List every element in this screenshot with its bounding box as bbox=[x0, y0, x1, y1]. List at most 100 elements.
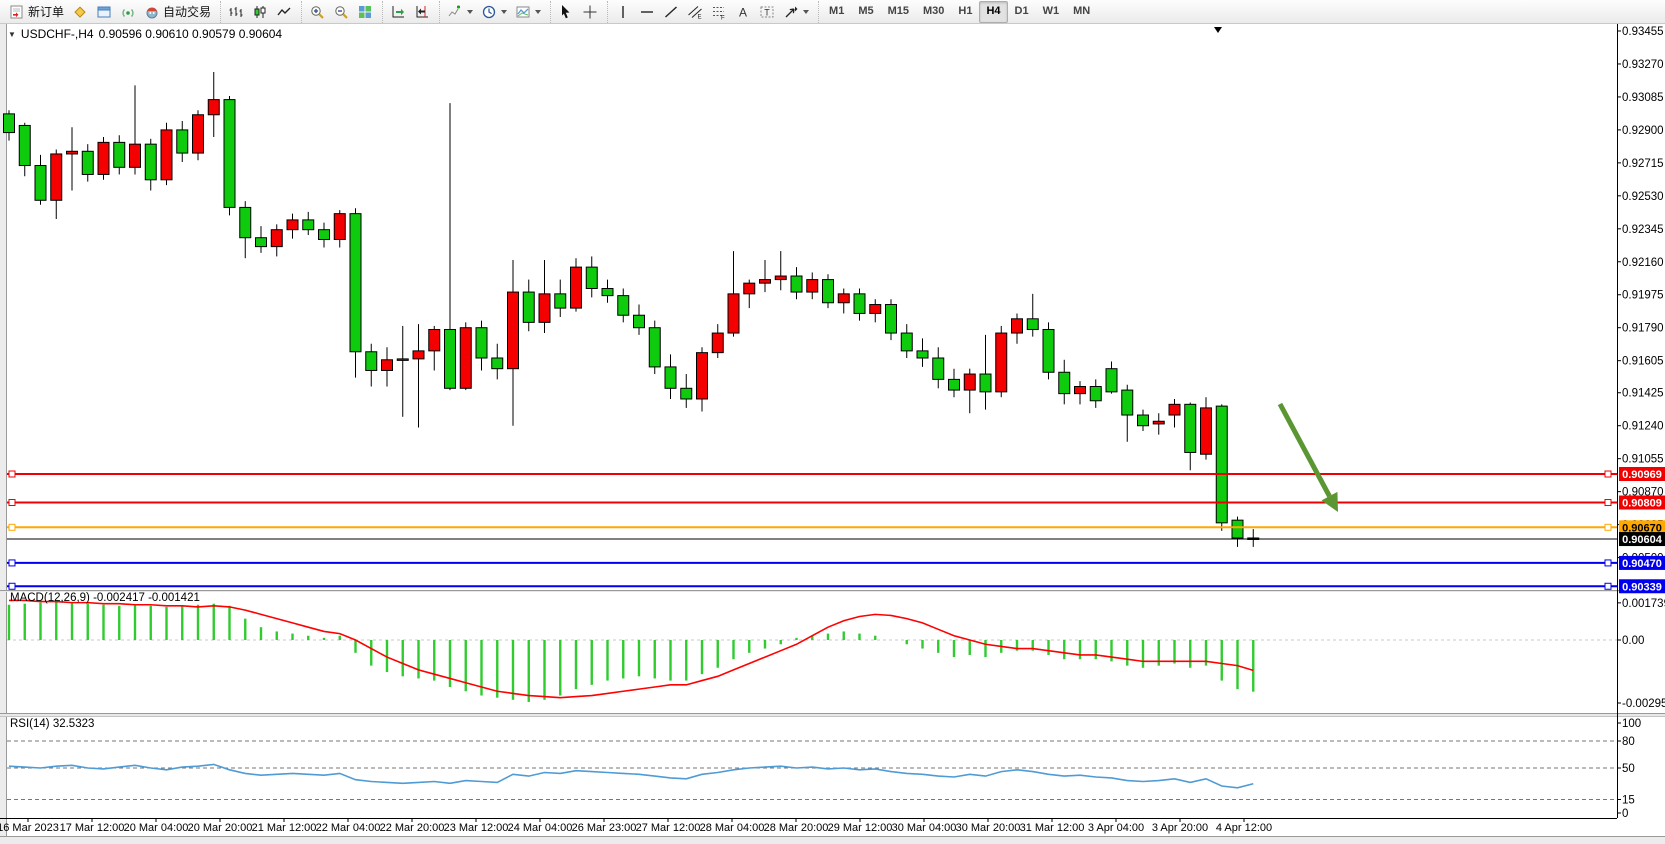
indicators-button[interactable] bbox=[443, 1, 477, 23]
text-label-icon: T bbox=[759, 4, 775, 20]
time-axis-label: 28 Mar 04:00 bbox=[700, 822, 765, 834]
line-handle[interactable] bbox=[1605, 524, 1611, 530]
metaeditor-icon bbox=[72, 4, 88, 20]
candle bbox=[114, 142, 125, 167]
candle bbox=[823, 280, 834, 303]
candles-chart-button[interactable] bbox=[248, 1, 272, 23]
candle bbox=[1138, 415, 1149, 426]
candle bbox=[271, 230, 282, 247]
line-handle[interactable] bbox=[1605, 583, 1611, 589]
candle bbox=[1232, 520, 1243, 538]
crosshair-icon bbox=[582, 4, 598, 20]
line-handle[interactable] bbox=[9, 524, 15, 530]
line-handle[interactable] bbox=[1605, 471, 1611, 477]
timeframe-button-h4[interactable]: H4 bbox=[979, 1, 1007, 23]
timeframe-button-m15[interactable]: M15 bbox=[881, 1, 916, 23]
autotrading-button[interactable]: 自动交易 bbox=[140, 1, 215, 23]
candles-chart-icon bbox=[252, 4, 268, 20]
templates-icon bbox=[515, 4, 531, 20]
timeframe-button-m5[interactable]: M5 bbox=[851, 1, 880, 23]
equidistant-channel-button[interactable]: E bbox=[683, 1, 707, 23]
timeframe-button-h1[interactable]: H1 bbox=[951, 1, 979, 23]
line-chart-button[interactable] bbox=[272, 1, 296, 23]
candle bbox=[287, 220, 298, 230]
timeframe-button-mn[interactable]: MN bbox=[1066, 1, 1097, 23]
price-axis-label: 0.92900 bbox=[1622, 125, 1664, 137]
candle bbox=[98, 142, 109, 174]
line-handle[interactable] bbox=[1605, 500, 1611, 506]
toolbar-group-scroll bbox=[382, 1, 437, 23]
rsi-axis-label: 50 bbox=[1622, 763, 1635, 775]
chart-area[interactable]: 0.934550.932700.930850.929000.927150.925… bbox=[0, 0, 1665, 844]
autotrading-label: 自动交易 bbox=[163, 3, 211, 20]
text-icon: A bbox=[735, 4, 751, 20]
price-axis-label: 0.91975 bbox=[1622, 290, 1664, 302]
line-handle[interactable] bbox=[9, 471, 15, 477]
candle bbox=[492, 358, 503, 369]
templates-button[interactable] bbox=[511, 1, 545, 23]
zoom-out-icon bbox=[333, 4, 349, 20]
line-handle[interactable] bbox=[9, 560, 15, 566]
candle bbox=[1216, 406, 1227, 523]
candle bbox=[1201, 408, 1212, 454]
candle bbox=[838, 294, 849, 303]
time-axis-label: 21 Mar 12:00 bbox=[252, 822, 317, 834]
zoom-out-button[interactable] bbox=[329, 1, 353, 23]
chevron-down-icon[interactable] bbox=[535, 10, 541, 14]
svg-text:F: F bbox=[721, 15, 725, 20]
tile-windows-button[interactable] bbox=[353, 1, 377, 23]
timeframe-button-d1[interactable]: D1 bbox=[1008, 1, 1036, 23]
line-handle[interactable] bbox=[9, 500, 15, 506]
candle bbox=[1075, 387, 1086, 394]
bars-chart-button[interactable] bbox=[224, 1, 248, 23]
cursor-button[interactable] bbox=[554, 1, 578, 23]
text-label-button[interactable]: T bbox=[755, 1, 779, 23]
crosshair-button[interactable] bbox=[578, 1, 602, 23]
candle bbox=[366, 352, 377, 371]
trendline-button[interactable] bbox=[659, 1, 683, 23]
rsi-axis-label: 0 bbox=[1622, 808, 1628, 820]
new-order-button[interactable]: 新订单 bbox=[5, 1, 68, 23]
fibonacci-button[interactable]: F bbox=[707, 1, 731, 23]
periods-button[interactable] bbox=[477, 1, 511, 23]
candle bbox=[429, 329, 440, 350]
line-handle[interactable] bbox=[9, 583, 15, 589]
line-handle[interactable] bbox=[1605, 560, 1611, 566]
chevron-down-icon[interactable] bbox=[501, 10, 507, 14]
text-button[interactable]: A bbox=[731, 1, 755, 23]
svg-text:E: E bbox=[698, 14, 702, 20]
main-toolbar: 新订单 自动交易 E F AT M1M5M15M30H1H4D1W1MN bbox=[0, 0, 1665, 24]
candle bbox=[980, 374, 991, 392]
new-order-icon bbox=[9, 4, 25, 20]
time-axis-label: 29 Mar 12:00 bbox=[828, 822, 893, 834]
market-watch-button[interactable] bbox=[92, 1, 116, 23]
zoom-in-button[interactable] bbox=[305, 1, 329, 23]
timeframe-button-m1[interactable]: M1 bbox=[822, 1, 851, 23]
toolbar-group-objects: E F AT bbox=[607, 1, 816, 23]
candle bbox=[130, 144, 141, 167]
candle bbox=[224, 100, 235, 208]
bottom-strip bbox=[0, 836, 1665, 844]
candle bbox=[1090, 387, 1101, 401]
candle bbox=[382, 360, 393, 371]
candle bbox=[602, 288, 613, 295]
chevron-down-icon[interactable] bbox=[803, 10, 809, 14]
vertical-line-button[interactable] bbox=[611, 1, 635, 23]
chart-menu-triangle-icon[interactable]: ▼ bbox=[8, 30, 16, 39]
indicators-icon bbox=[447, 4, 463, 20]
candle bbox=[319, 230, 330, 240]
chevron-down-icon[interactable] bbox=[467, 10, 473, 14]
chart-shift-button[interactable] bbox=[410, 1, 434, 23]
horizontal-line-button[interactable] bbox=[635, 1, 659, 23]
time-axis-label: 27 Mar 12:00 bbox=[636, 822, 701, 834]
timeframe-button-m30[interactable]: M30 bbox=[916, 1, 951, 23]
timeframe-button-w1[interactable]: W1 bbox=[1036, 1, 1067, 23]
metaeditor-button[interactable] bbox=[68, 1, 92, 23]
signals-button[interactable] bbox=[116, 1, 140, 23]
arrows-tool-button[interactable] bbox=[779, 1, 813, 23]
chart-shift-icon bbox=[414, 4, 430, 20]
price-label-badge-text: 0.90809 bbox=[1622, 498, 1662, 510]
auto-scroll-button[interactable] bbox=[386, 1, 410, 23]
rsi-indicator-label: RSI(14) 32.5323 bbox=[10, 718, 94, 730]
price-axis-label: 0.91055 bbox=[1622, 454, 1664, 466]
